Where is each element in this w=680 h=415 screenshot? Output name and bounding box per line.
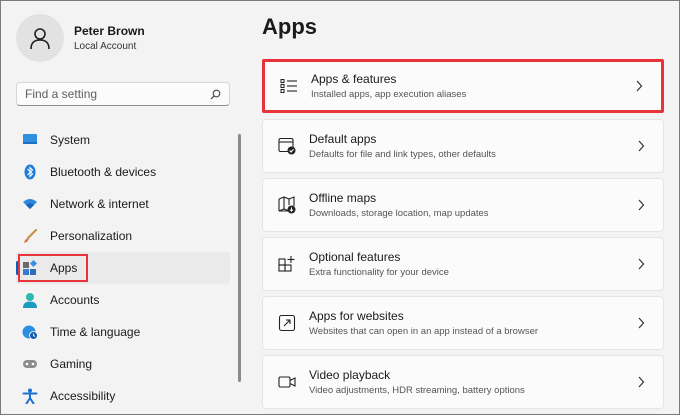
- profile-name: Peter Brown: [74, 24, 145, 38]
- sidebar-item-label: Accessibility: [50, 389, 116, 403]
- open-link-icon: [277, 313, 297, 333]
- sidebar-item-personalization[interactable]: Personalization: [16, 220, 230, 252]
- sidebar-item-accessibility[interactable]: Accessibility: [16, 380, 230, 412]
- sidebar: Peter Brown Local Account System: [0, 0, 241, 415]
- video-icon: [277, 372, 297, 392]
- highlight-box: [18, 254, 88, 282]
- search-icon[interactable]: [209, 88, 221, 100]
- card-video-playback[interactable]: Video playback Video adjustments, HDR st…: [262, 355, 664, 409]
- sidebar-item-label: Network & internet: [50, 197, 149, 211]
- sidebar-item-label: System: [50, 133, 91, 147]
- sidebar-item-network[interactable]: Network & internet: [16, 188, 230, 220]
- card-default-apps[interactable]: Default apps Defaults for file and link …: [262, 119, 664, 173]
- sidebar-item-bluetooth[interactable]: Bluetooth & devices: [16, 156, 230, 188]
- globe-clock-icon: [22, 324, 38, 340]
- card-title: Offline maps: [309, 191, 377, 205]
- grid-plus-icon: [277, 254, 297, 274]
- sidebar-item-label: Bluetooth & devices: [50, 165, 157, 179]
- card-subtitle: Video adjustments, HDR streaming, batter…: [309, 385, 525, 396]
- card-offline-maps[interactable]: Offline maps Downloads, storage location…: [262, 178, 664, 232]
- card-title: Optional features: [309, 250, 401, 264]
- chevron-right-icon: [635, 317, 647, 329]
- card-subtitle: Defaults for file and link types, other …: [309, 149, 496, 160]
- person-icon: [22, 292, 38, 308]
- card-optional-features[interactable]: Optional features Extra functionality fo…: [262, 237, 664, 291]
- monitor-icon: [22, 132, 38, 148]
- bluetooth-icon: [22, 164, 38, 180]
- chevron-right-icon: [635, 140, 647, 152]
- card-subtitle: Downloads, storage location, map updates: [309, 208, 489, 219]
- card-title: Default apps: [309, 132, 377, 146]
- chevron-right-icon: [633, 80, 645, 92]
- wifi-icon: [22, 196, 38, 212]
- profile-account-type: Local Account: [74, 41, 137, 52]
- sidebar-item-system[interactable]: System: [16, 124, 230, 156]
- sidebar-item-label: Gaming: [50, 357, 93, 371]
- card-apps-for-websites[interactable]: Apps for websites Websites that can open…: [262, 296, 664, 350]
- card-subtitle: Extra functionality for your device: [309, 267, 449, 278]
- card-subtitle: Websites that can open in an app instead…: [309, 326, 539, 337]
- search-box[interactable]: [16, 82, 230, 106]
- chevron-right-icon: [635, 258, 647, 270]
- default-apps-icon: [277, 136, 297, 156]
- search-input[interactable]: [25, 87, 209, 101]
- chevron-right-icon: [635, 376, 647, 388]
- sidebar-item-accounts[interactable]: Accounts: [16, 284, 230, 316]
- sidebar-item-apps[interactable]: Apps: [16, 252, 230, 284]
- accessibility-icon: [22, 388, 38, 404]
- brush-icon: [22, 228, 38, 244]
- avatar[interactable]: [16, 14, 64, 62]
- sidebar-nav: System Bluetooth & devices Network & int…: [16, 124, 230, 412]
- sidebar-item-label: Personalization: [50, 229, 133, 243]
- person-icon: [30, 28, 50, 50]
- user-profile[interactable]: Peter Brown Local Account: [16, 14, 145, 62]
- gamepad-icon: [22, 356, 38, 372]
- list-icon: [279, 76, 299, 96]
- map-icon: [277, 195, 297, 215]
- sidebar-item-label: Time & language: [50, 325, 141, 339]
- card-title: Apps & features: [311, 72, 397, 86]
- card-subtitle: Installed apps, app execution aliases: [311, 89, 467, 100]
- card-title: Video playback: [309, 368, 391, 382]
- sidebar-item-time-language[interactable]: Time & language: [16, 316, 230, 348]
- sidebar-item-label: Accounts: [50, 293, 100, 307]
- card-apps-features[interactable]: Apps & features Installed apps, app exec…: [262, 59, 664, 113]
- sidebar-item-gaming[interactable]: Gaming: [16, 348, 230, 380]
- card-title: Apps for websites: [309, 309, 404, 323]
- sidebar-scrollbar[interactable]: [238, 134, 241, 382]
- page-title: Apps: [262, 14, 317, 39]
- chevron-right-icon: [635, 199, 647, 211]
